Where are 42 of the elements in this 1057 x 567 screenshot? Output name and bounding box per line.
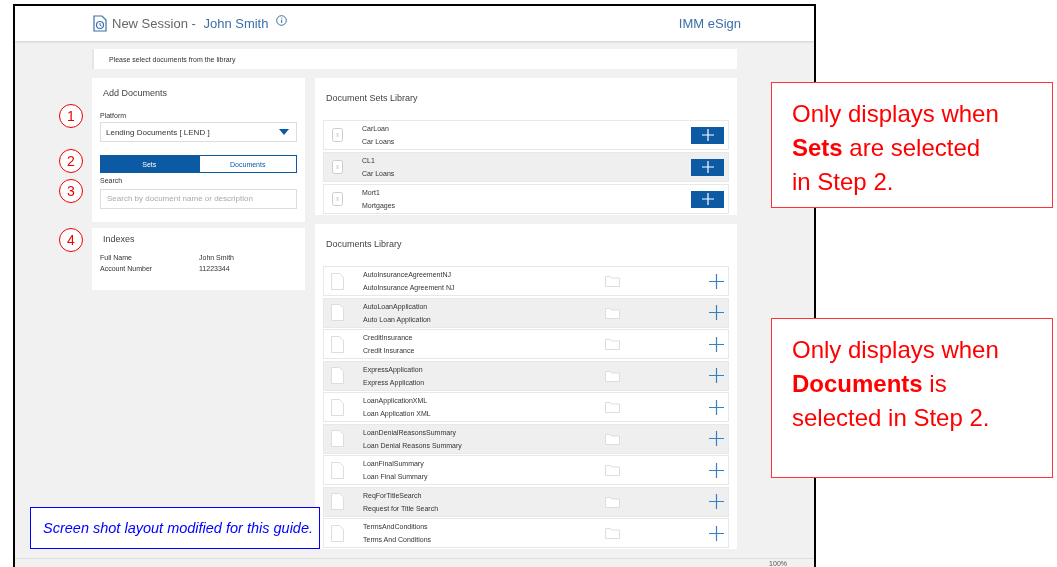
guide-note: Screen shot layout modified for this guide. [30, 507, 320, 549]
add-icon[interactable] [709, 368, 724, 383]
add-icon[interactable] [709, 494, 724, 509]
document-icon [331, 493, 344, 510]
add-button[interactable] [691, 126, 724, 144]
document-icon [331, 430, 344, 447]
session-title: New Session - [112, 16, 197, 31]
caret-icon [279, 129, 289, 135]
document-icon [332, 128, 343, 142]
add-icon[interactable] [709, 273, 724, 289]
add-icon[interactable] [709, 431, 724, 446]
callout-note: Only displays when Documents is selected in Step 2. [771, 318, 1053, 478]
document-icon [331, 272, 344, 290]
plus-icon [701, 161, 714, 173]
add-icon[interactable] [709, 399, 724, 415]
user-name: John Smith [203, 16, 269, 31]
document-icon [332, 192, 343, 206]
add-icon[interactable] [709, 305, 724, 320]
card-title: Document Sets Library [325, 92, 419, 105]
document-history-icon [92, 15, 108, 32]
card-title: Documents Library [325, 238, 403, 251]
document-icon [332, 160, 343, 174]
document-icon [331, 398, 344, 416]
platform-dropdown[interactable]: Lending Documents [ LEND ] [100, 122, 297, 142]
card-title: Add Documents [102, 87, 169, 100]
card-title: Indexes [102, 233, 136, 246]
document-icon [331, 461, 344, 479]
document-icon [331, 367, 344, 384]
add-icon[interactable] [709, 462, 724, 478]
document-icon [331, 335, 344, 353]
document-icon [331, 304, 344, 321]
document-icon [331, 524, 344, 542]
callout-note: Only displays when Sets are selected in Step 2. [771, 82, 1053, 208]
plus-icon [701, 129, 714, 141]
add-icon[interactable] [709, 336, 724, 352]
add-button[interactable] [691, 190, 724, 208]
plus-icon [701, 193, 714, 205]
app-name: IMM eSign [678, 16, 741, 31]
search-field[interactable]: Search by document name or description [100, 188, 297, 209]
add-button[interactable] [691, 158, 724, 176]
add-icon[interactable] [709, 525, 724, 541]
info-icon[interactable] [276, 15, 288, 26]
